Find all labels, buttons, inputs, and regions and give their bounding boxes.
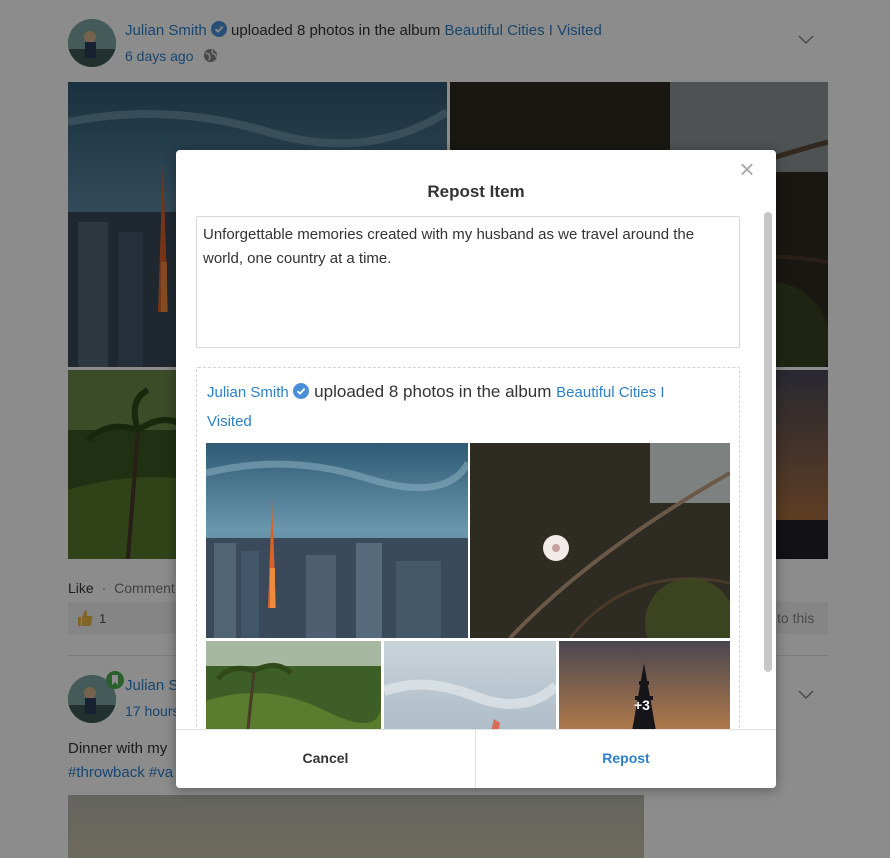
modal-title: Repost Item (427, 182, 525, 201)
reposted-action-text: uploaded 8 photos in the album (314, 382, 552, 401)
preview-photo-5[interactable]: +3 (559, 641, 730, 730)
reposted-author-link[interactable]: Julian Smith (207, 384, 289, 401)
modal-scroll-area: Repost Item × Unforgettable memories cre… (176, 150, 776, 730)
preview-photo-4[interactable] (384, 641, 556, 730)
repost-modal: Repost Item × Unforgettable memories cre… (176, 150, 776, 788)
preview-photo-1[interactable] (206, 443, 468, 638)
reposted-item-preview: Julian Smith uploaded 8 photos in the al… (196, 367, 740, 730)
repost-message-input[interactable]: Unforgettable memories created with my h… (196, 216, 740, 348)
preview-photo-3[interactable] (206, 641, 381, 730)
cancel-button[interactable]: Cancel (176, 730, 475, 788)
close-icon[interactable]: × (736, 156, 758, 182)
verified-badge-icon (293, 383, 310, 399)
repost-button[interactable]: Repost (476, 730, 776, 788)
preview-photo-2[interactable] (470, 443, 730, 638)
reposted-item-header: Julian Smith uploaded 8 photos in the al… (207, 378, 707, 436)
modal-scrollbar-thumb[interactable] (764, 212, 772, 672)
more-photos-count[interactable]: +3 (634, 697, 650, 713)
modal-footer: Cancel Repost (176, 729, 776, 788)
